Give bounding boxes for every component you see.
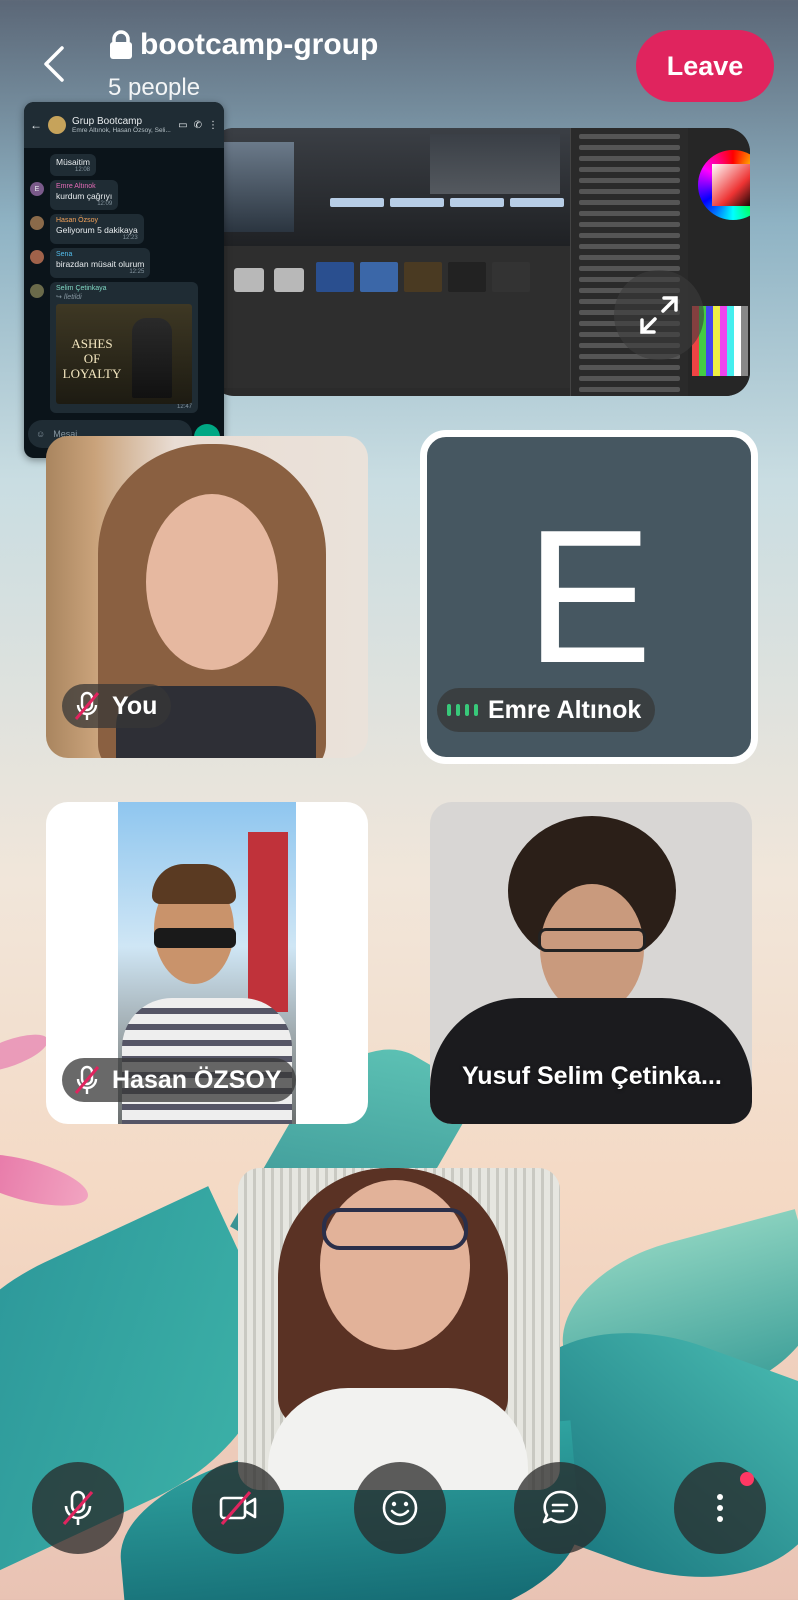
participant-tile-yusuf[interactable]: Yusuf Selim Çetinka... bbox=[430, 802, 752, 1124]
expand-icon bbox=[640, 296, 678, 334]
participant-name-pill: Hasan ÖZSOY bbox=[62, 1058, 296, 1102]
participant-name-pill: You bbox=[62, 684, 172, 728]
participant-name: You bbox=[112, 691, 158, 720]
mic-off-icon bbox=[74, 691, 100, 720]
participant-name: Hasan ÖZSOY bbox=[112, 1065, 282, 1094]
phone-icon: ✆ bbox=[193, 119, 202, 131]
reactions-button[interactable] bbox=[354, 1462, 446, 1554]
more-icon bbox=[717, 1494, 723, 1522]
emoji-icon bbox=[382, 1490, 418, 1526]
more-vertical-icon: ⋮ bbox=[208, 119, 218, 131]
sender-avatar bbox=[30, 216, 44, 230]
participant-tile-you[interactable]: You bbox=[46, 436, 368, 758]
message-bubble: E Emre Altınok kurdum çağrıyı 12:09 bbox=[30, 180, 119, 210]
glasses bbox=[322, 1208, 468, 1250]
speaking-indicator-icon bbox=[447, 704, 478, 716]
flower-petal-decoration bbox=[0, 1027, 53, 1079]
sender-avatar: E bbox=[30, 182, 44, 196]
call-title: bootcamp-group bbox=[140, 28, 379, 61]
editor-scene-view bbox=[210, 128, 624, 246]
participant-name: Yusuf Selim Çetinka... bbox=[462, 1062, 722, 1090]
chat-button[interactable] bbox=[514, 1462, 606, 1554]
participant-name: Emre Altınok bbox=[488, 695, 642, 724]
call-controls bbox=[0, 1462, 798, 1562]
chat-title: Grup Bootcamp bbox=[72, 116, 143, 127]
lock-icon bbox=[110, 30, 132, 59]
color-picker-panel bbox=[688, 128, 750, 396]
glasses bbox=[538, 928, 646, 952]
flower-petal-decoration bbox=[0, 1143, 93, 1217]
expand-screen-share-button[interactable] bbox=[614, 270, 704, 360]
back-button[interactable] bbox=[36, 42, 76, 86]
participant-tile-hasan[interactable]: Hasan ÖZSOY bbox=[46, 802, 368, 1124]
leave-button[interactable]: Leave bbox=[636, 30, 774, 102]
toggle-mic-button[interactable] bbox=[32, 1462, 124, 1554]
color-wheel bbox=[698, 150, 750, 220]
forwarded-image: ASHES OF LOYALTY bbox=[56, 304, 192, 404]
sender-avatar bbox=[30, 284, 44, 298]
group-avatar bbox=[48, 116, 66, 134]
participant-count: 5 people bbox=[108, 74, 201, 101]
message-bubble: Selim Çetinkaya ↪ İletildi ASHES OF LOYA… bbox=[30, 282, 198, 413]
call-title-row: bootcamp-group bbox=[108, 28, 378, 62]
message-bubble: Hasan Özsoy Geliyorum 5 dakikaya 12:23 bbox=[30, 214, 144, 244]
sticker-icon: ☺ bbox=[36, 429, 46, 439]
toggle-camera-button[interactable] bbox=[192, 1462, 284, 1554]
call-header: bootcamp-group 5 people Leave bbox=[0, 0, 798, 110]
editor-assets-panel bbox=[210, 246, 570, 388]
message-bubble: Müsaitim 12:08 bbox=[50, 154, 97, 176]
chevron-left-icon bbox=[44, 46, 64, 82]
chat-members: Emre Altınok, Hasan Özsoy, Seli... bbox=[72, 127, 171, 134]
whatsapp-chat-preview[interactable]: ← Grup Bootcamp Emre Altınok, Hasan Özso… bbox=[24, 102, 224, 458]
chat-header: ← Grup Bootcamp Emre Altınok, Hasan Özso… bbox=[24, 102, 224, 148]
mic-off-icon bbox=[74, 1065, 100, 1094]
message-bubble: Sena birazdan müsait olurum 12:25 bbox=[30, 248, 151, 278]
notification-dot bbox=[740, 1472, 754, 1486]
participant-tile-fifth[interactable] bbox=[238, 1168, 560, 1490]
video-call-icon: ▭ bbox=[178, 119, 188, 131]
participant-tile-emre[interactable]: E Emre Altınok bbox=[420, 430, 758, 764]
sender-avatar bbox=[30, 250, 44, 264]
mic-off-icon bbox=[62, 1490, 94, 1526]
participant-name-pill: Emre Altınok bbox=[437, 688, 656, 732]
message-list: Müsaitim 12:08 E Emre Altınok kurdum çağ… bbox=[24, 148, 224, 419]
camera-off-icon bbox=[219, 1490, 257, 1526]
arrow-left-icon: ← bbox=[30, 118, 42, 132]
chat-icon bbox=[542, 1490, 578, 1524]
more-options-button[interactable] bbox=[674, 1462, 766, 1554]
